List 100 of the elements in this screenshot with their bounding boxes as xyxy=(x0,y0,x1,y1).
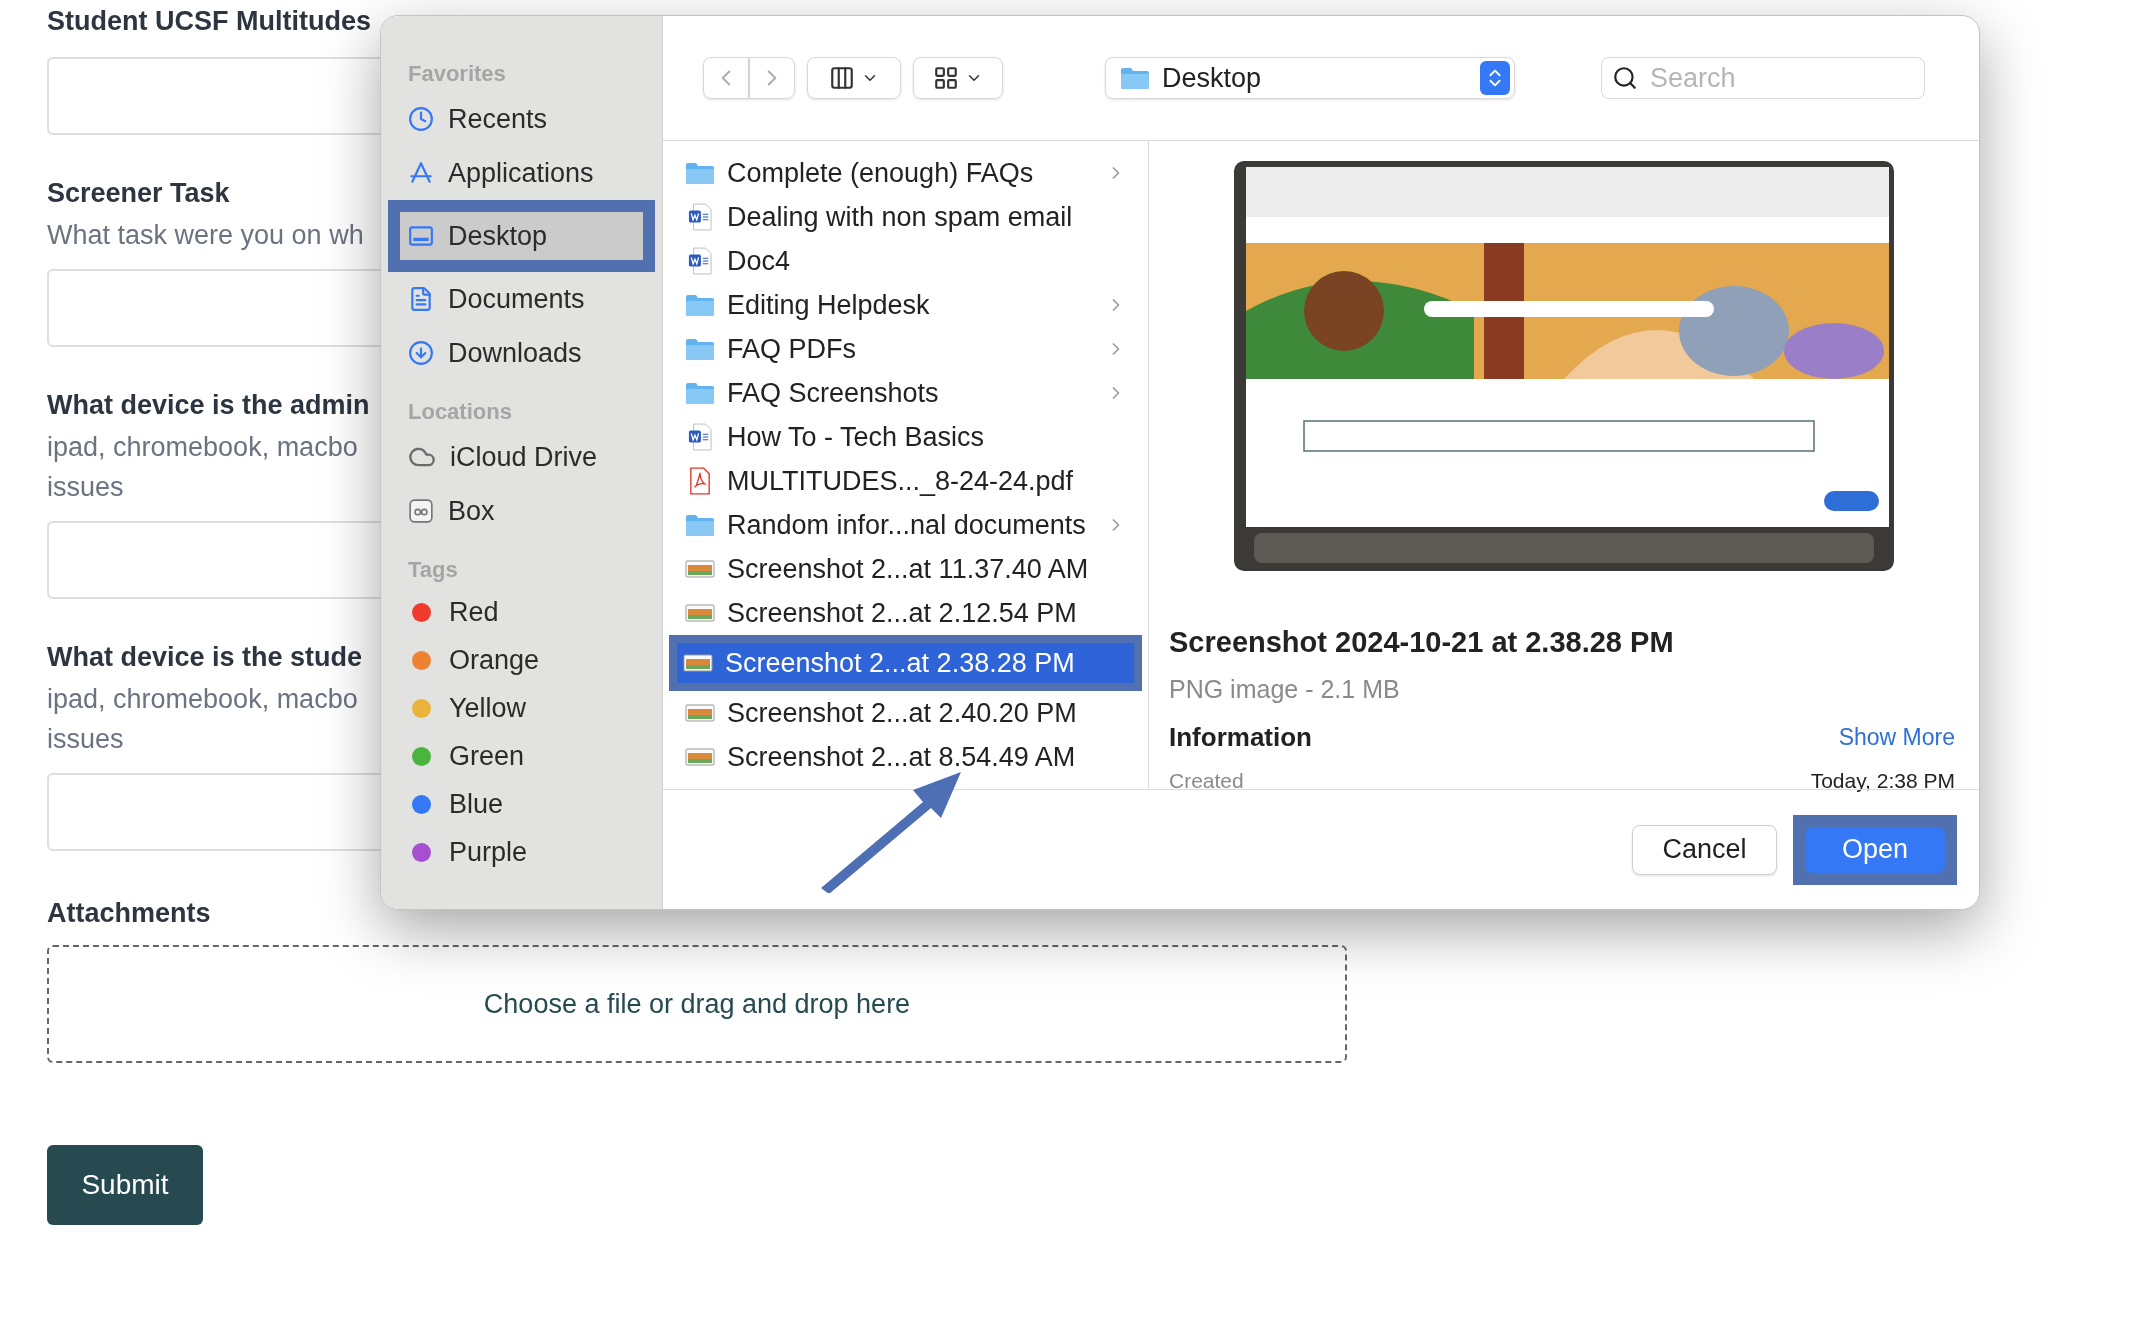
grid-view-button[interactable] xyxy=(913,57,1003,99)
file-name: Screenshot 2...at 11.37.40 AM xyxy=(727,552,1090,586)
submit-button[interactable]: Submit xyxy=(47,1145,203,1225)
file-name: Screenshot 2...at 2.40.20 PM xyxy=(727,696,1078,730)
folder-icon xyxy=(685,337,715,361)
info-label: Created xyxy=(1169,768,1244,794)
sidebar-item[interactable]: Recents xyxy=(396,92,647,146)
sidebar-item[interactable]: Blue xyxy=(396,780,647,828)
image-thumbnail-icon xyxy=(685,603,715,623)
desktop-icon xyxy=(408,223,434,249)
sidebar-item[interactable]: Purple xyxy=(396,828,647,876)
file-row[interactable]: Screenshot 2...at 8.54.49 AM xyxy=(671,735,1140,779)
forward-button[interactable] xyxy=(749,57,795,99)
sidebar-item[interactable]: Green xyxy=(396,732,647,780)
stepper-icon xyxy=(1480,61,1510,95)
image-thumbnail-icon xyxy=(685,559,715,579)
folder-icon xyxy=(685,293,715,317)
file-dropzone[interactable]: Choose a file or drag and drop here xyxy=(47,945,1347,1063)
sidebar-item[interactable]: iCloud Drive xyxy=(396,430,647,484)
file-row[interactable]: Screenshot 2...at 2.40.20 PM xyxy=(671,691,1140,735)
file-row[interactable]: FAQ PDFs xyxy=(671,327,1140,371)
file-name: FAQ PDFs xyxy=(727,332,857,366)
sidebar-item[interactable]: Box xyxy=(396,484,647,538)
sidebar-label: Recents xyxy=(448,102,548,136)
sidebar-label: Downloads xyxy=(448,336,582,370)
sidebar-item[interactable]: Desktop xyxy=(388,200,655,272)
field-label: What device is the stude xyxy=(47,641,363,674)
file-row[interactable]: Dealing with non spam email xyxy=(671,195,1140,239)
search-field[interactable]: Search xyxy=(1601,57,1925,99)
file-name: FAQ Screenshots xyxy=(727,376,940,410)
image-thumbnail-icon xyxy=(683,653,713,673)
file-name: Doc4 xyxy=(727,244,792,278)
back-button[interactable] xyxy=(703,57,749,99)
file-name: Dealing with non spam email xyxy=(727,200,1074,234)
file-name: Screenshot 2...at 2.38.28 PM xyxy=(725,646,1076,680)
field-label: Attachments xyxy=(47,897,211,930)
sidebar-item[interactable]: Documents xyxy=(396,272,647,326)
field-description: ipad, chromebook, macbo xyxy=(47,683,358,716)
field-description: issues xyxy=(47,471,124,504)
sidebar-label: Desktop xyxy=(448,219,548,253)
image-thumbnail-icon xyxy=(685,703,715,723)
sidebar-heading: Favorites xyxy=(407,60,507,88)
sidebar-item[interactable]: Red xyxy=(396,588,647,636)
file-row[interactable]: Editing Helpdesk xyxy=(671,283,1140,327)
preview-subtitle: PNG image - 2.1 MB xyxy=(1169,673,1401,705)
show-more-link[interactable]: Show More xyxy=(1838,720,1955,755)
sidebar-label: Green xyxy=(449,739,525,773)
sidebar-label: Red xyxy=(449,595,499,629)
file-name: Editing Helpdesk xyxy=(727,288,931,322)
field-description: issues xyxy=(47,723,124,756)
file-name: How To - Tech Basics xyxy=(727,420,986,454)
open-button[interactable]: Open xyxy=(1805,826,1945,873)
download-icon xyxy=(408,340,434,366)
folder-icon xyxy=(685,381,715,405)
sidebar-label: Blue xyxy=(449,787,504,821)
preview-title: Screenshot 2024-10-21 at 2.38.28 PM xyxy=(1169,625,1675,660)
field-label: Screener Task xyxy=(47,177,230,210)
sidebar-label: Purple xyxy=(449,835,528,869)
file-name: Screenshot 2...at 8.54.49 AM xyxy=(727,740,1077,774)
columns-icon xyxy=(829,65,855,91)
file-row[interactable]: Random infor...nal documents xyxy=(671,503,1140,547)
file-row[interactable]: Screenshot 2...at 2.38.28 PM xyxy=(669,635,1142,691)
sidebar-item[interactable]: Applications xyxy=(396,146,647,200)
sidebar-label: Yellow xyxy=(449,691,527,725)
sidebar-heading: Locations xyxy=(407,398,513,426)
document-icon xyxy=(688,247,712,275)
sidebar-label: Box xyxy=(448,494,495,528)
file-name: Random infor...nal documents xyxy=(727,508,1087,542)
file-row[interactable]: Doc4 xyxy=(671,239,1140,283)
info-heading: Information xyxy=(1169,721,1312,754)
folder-icon xyxy=(1120,66,1150,90)
search-icon xyxy=(1612,65,1638,91)
field-label: What device is the admin xyxy=(47,389,370,422)
file-name: Screenshot 2...at 2.12.54 PM xyxy=(727,596,1078,630)
grid-icon xyxy=(933,65,959,91)
file-row[interactable]: Complete (enough) FAQs xyxy=(671,151,1140,195)
sidebar-item[interactable]: Downloads xyxy=(396,326,647,380)
sidebar-item[interactable]: Orange xyxy=(396,636,647,684)
file-row[interactable]: Screenshot 2...at 11.37.40 AM xyxy=(671,547,1140,591)
cancel-button[interactable]: Cancel xyxy=(1632,824,1777,875)
pdf-file-icon xyxy=(689,467,711,495)
sidebar-label: Documents xyxy=(448,282,585,316)
file-name: Complete (enough) FAQs xyxy=(727,156,1035,190)
location-dropdown[interactable]: Desktop xyxy=(1105,57,1515,99)
search-input[interactable]: Search xyxy=(1650,57,1914,99)
sidebar-label: iCloud Drive xyxy=(450,440,598,474)
sidebar-heading: Tags xyxy=(407,556,459,584)
document-icon xyxy=(688,423,712,451)
folder-icon xyxy=(685,513,715,537)
file-row[interactable]: How To - Tech Basics xyxy=(671,415,1140,459)
document-icon xyxy=(688,203,712,231)
dropzone-text: Choose a file or drag and drop here xyxy=(483,987,911,1021)
column-view-button[interactable] xyxy=(807,57,901,99)
field-label: Student UCSF Multitudes xyxy=(47,5,371,38)
file-row[interactable]: MULTITUDES..._8-24-24.pdf xyxy=(671,459,1140,503)
file-name: MULTITUDES..._8-24-24.pdf xyxy=(727,464,1075,498)
sidebar-item[interactable]: Yellow xyxy=(396,684,647,732)
info-value: Today, 2:38 PM xyxy=(1810,768,1955,794)
file-row[interactable]: FAQ Screenshots xyxy=(671,371,1140,415)
file-row[interactable]: Screenshot 2...at 2.12.54 PM xyxy=(671,591,1140,635)
